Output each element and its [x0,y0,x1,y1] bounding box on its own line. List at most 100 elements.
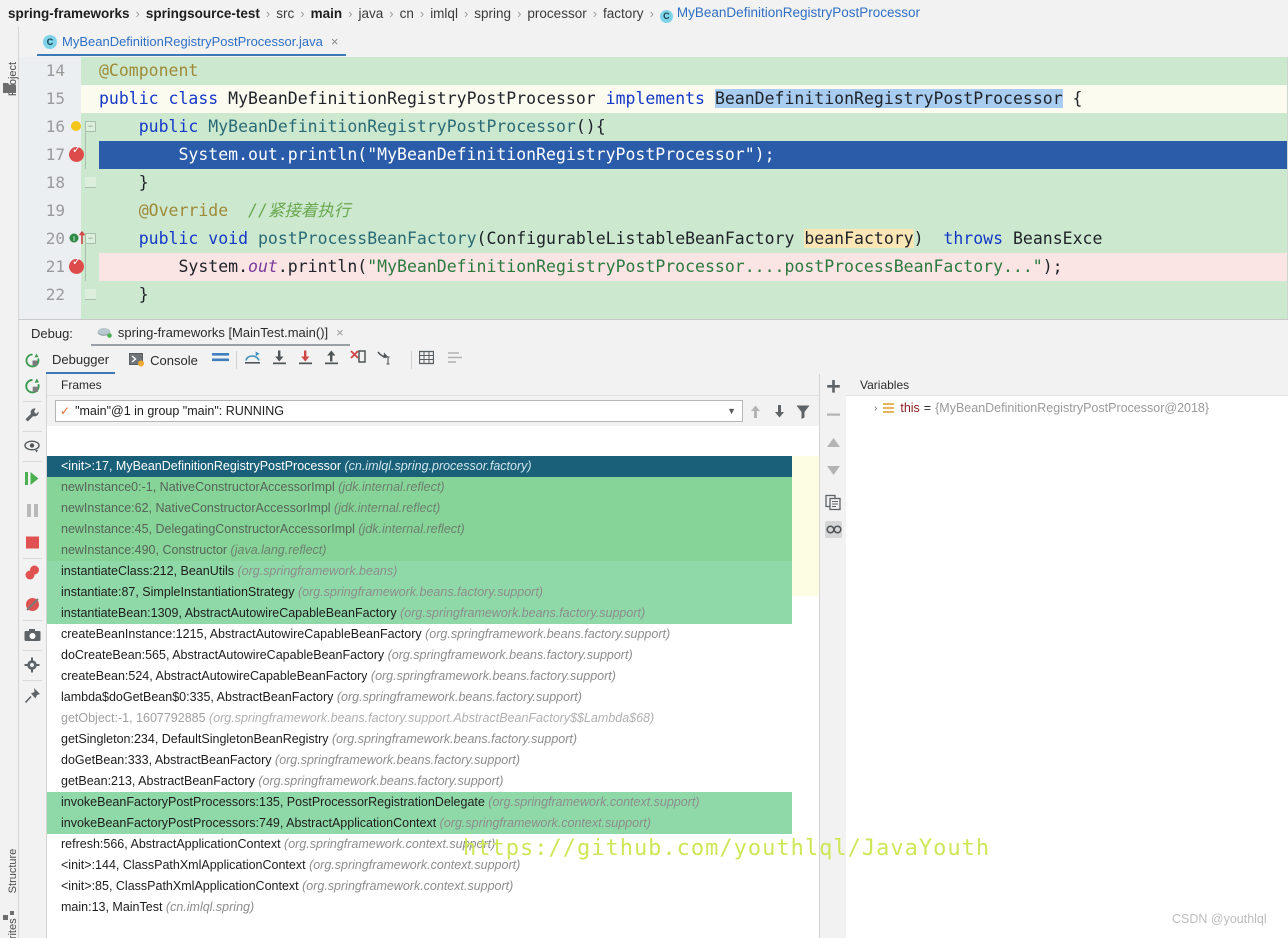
close-icon[interactable]: × [336,325,344,340]
breadcrumb-item-spring-frameworks[interactable]: spring-frameworks [8,6,130,21]
frame-item[interactable]: newInstance:490, Constructor (java.lang.… [47,540,792,561]
step-out-icon[interactable] [324,350,339,370]
evaluate-expression-icon[interactable] [418,350,434,370]
frame-package: (org.springframework.context.support) [439,816,651,830]
frame-item[interactable]: getObject:-1, 1607792885 (org.springfram… [47,708,792,729]
filter-icon[interactable] [791,400,815,422]
rerun-icon[interactable] [24,378,41,395]
frame-item[interactable]: createBean:524, AbstractAutowireCapableB… [47,666,792,687]
sidebar-item-project[interactable]: Project [7,44,19,114]
drop-frame-icon[interactable] [350,350,366,370]
frame-item[interactable]: instantiateBean:1309, AbstractAutowireCa… [47,603,792,624]
breadcrumb-item-java[interactable]: java [358,6,383,21]
run-to-cursor-icon[interactable] [377,350,393,370]
mute-breakpoints-icon[interactable] [24,596,41,613]
pause-icon[interactable] [24,502,41,519]
settings-icon[interactable] [447,351,464,369]
code-editor[interactable]: 14 @Component 15 public class MyBeanDefinit… [19,57,1288,319]
frame-package: (org.springframework.context.support) [488,795,700,809]
up-arrow-icon[interactable] [825,436,842,453]
code-line: public MyBeanDefinitionRegistryPostProce… [99,113,606,141]
gear-icon[interactable] [24,657,41,674]
frame-item[interactable]: invokeBeanFactoryPostProcessors:749, Abs… [47,813,792,834]
frames-panel-title: Frames [47,374,819,396]
step-over-icon[interactable] [244,350,261,370]
frame-item[interactable]: doCreateBean:565, AbstractAutowireCapabl… [47,645,792,666]
toolbar-divider [235,351,237,369]
view-breakpoints-icon[interactable] [24,564,41,581]
breadcrumb-item-springsource-test[interactable]: springsource-test [146,6,260,21]
variables-list[interactable]: › this = {MyBeanDefinitionRegistryPostProce… [846,396,1288,420]
frame-item[interactable]: <init>:17, MyBeanDefinitionRegistryPostP… [47,456,792,477]
fold-end-icon[interactable] [85,177,96,188]
layout-icon[interactable] [211,351,229,370]
force-step-into-icon[interactable] [298,350,313,370]
breadcrumb-item-imlql[interactable]: imlql [430,6,458,21]
frame-item[interactable]: invokeBeanFactoryPostProcessors:135, Pos… [47,792,792,813]
frames-list[interactable]: <init>:17, MyBeanDefinitionRegistryPostP… [47,456,792,938]
frame-item[interactable]: newInstance0:-1, NativeConstructorAccess… [47,477,792,498]
fold-toggle-icon[interactable]: − [85,121,96,132]
frame-item[interactable]: createBeanInstance:1215, AbstractAutowir… [47,624,792,645]
step-into-icon[interactable] [272,350,287,370]
sidebar-item-favorites[interactable]: Favorites [7,906,19,938]
breadcrumb-item-spring[interactable]: spring [474,6,511,21]
close-icon[interactable]: × [331,34,339,49]
breadcrumb-item-factory[interactable]: factory [603,6,644,21]
tab-console[interactable]: Console [129,347,198,374]
chevron-down-icon[interactable]: ▼ [727,406,736,416]
breadcrumb-item-src[interactable]: src [276,6,294,21]
eye-icon[interactable] [24,438,41,455]
pin-icon[interactable] [24,687,41,704]
frame-package: (org.springframework.context.support) [284,837,496,851]
code-token: System. [99,257,249,276]
breadcrumb-item-processor[interactable]: processor [527,6,586,21]
resume-icon[interactable] [24,470,41,487]
copy-icon[interactable] [825,494,842,511]
fold-end-icon[interactable] [85,289,96,300]
frame-item[interactable]: newInstance:62, NativeConstructorAccesso… [47,498,792,519]
frame-item[interactable]: doGetBean:333, AbstractBeanFactory (org.… [47,750,792,771]
thread-selector[interactable]: ✓ "main"@1 in group "main": RUNNING ▼ [55,400,743,422]
tab-mybeandefinitionregistrypostprocessor[interactable]: C MyBeanDefinitionRegistryPostProcessor.… [37,29,347,56]
fold-toggle-icon[interactable]: − [85,233,96,244]
breadcrumb-separator: › [300,6,305,21]
frame-item[interactable]: main:13, MainTest (cn.imlql.spring) [47,897,792,918]
down-arrow-icon[interactable] [825,464,842,481]
folder-icon [3,83,16,93]
camera-icon[interactable] [24,627,41,644]
breadcrumb-separator: › [265,6,271,21]
breadcrumb-item-main[interactable]: main [311,6,343,21]
variables-panel: Variables › this = {MyBeanDefinitionRegistr… [846,374,1288,938]
remove-icon[interactable] [825,406,842,423]
frame-item[interactable]: getBean:213, AbstractBeanFactory (org.sp… [47,771,792,792]
intention-bulb-icon[interactable] [71,121,81,131]
tab-label: MyBeanDefinitionRegistryPostProcessor.ja… [62,34,323,49]
sidebar-item-structure[interactable]: Structure [7,836,19,906]
frame-package: (org.springframework.beans.factory.suppo… [209,711,655,725]
breadcrumb-item-mybeandefinitionregistrypostprocessor[interactable]: C MyBeanDefinitionRegistryPostProcessor [659,5,920,23]
tab-debugger[interactable]: Debugger [46,347,116,374]
frame-item[interactable]: instantiateClass:212, BeanUtils (org.spr… [47,561,792,582]
frame-item[interactable]: refresh:566, AbstractApplicationContext … [47,834,792,855]
frame-item[interactable]: lambda$doGetBean$0:335, AbstractBeanFact… [47,687,792,708]
add-icon[interactable] [825,378,842,395]
watch-icon[interactable] [825,521,842,538]
breakpoint-icon[interactable] [69,255,84,274]
frame-item[interactable]: <init>:144, ClassPathXmlApplicationConte… [47,855,792,876]
expand-chevron-icon[interactable]: › [874,403,877,414]
rerun-icon[interactable] [19,353,46,368]
variable-row[interactable]: › this = {MyBeanDefinitionRegistryPostProce… [846,396,1288,420]
breakpoint-icon[interactable] [69,143,84,162]
frame-item[interactable]: instantiate:87, SimpleInstantiationStrat… [47,582,792,603]
move-down-icon[interactable] [767,400,791,422]
frame-item[interactable]: getSingleton:234, DefaultSingletonBeanRe… [47,729,792,750]
debug-config-tab[interactable]: spring-frameworks [MainTest.main()] × [90,320,350,346]
move-up-icon[interactable] [743,400,767,422]
wrench-icon[interactable] [24,407,41,424]
stop-icon[interactable] [24,534,41,551]
frame-item[interactable]: newInstance:45, DelegatingConstructorAcc… [47,519,792,540]
tab-console-label: Console [150,352,198,368]
frame-item[interactable]: <init>:85, ClassPathXmlApplicationContex… [47,876,792,897]
breadcrumb-item-cn[interactable]: cn [400,6,414,21]
